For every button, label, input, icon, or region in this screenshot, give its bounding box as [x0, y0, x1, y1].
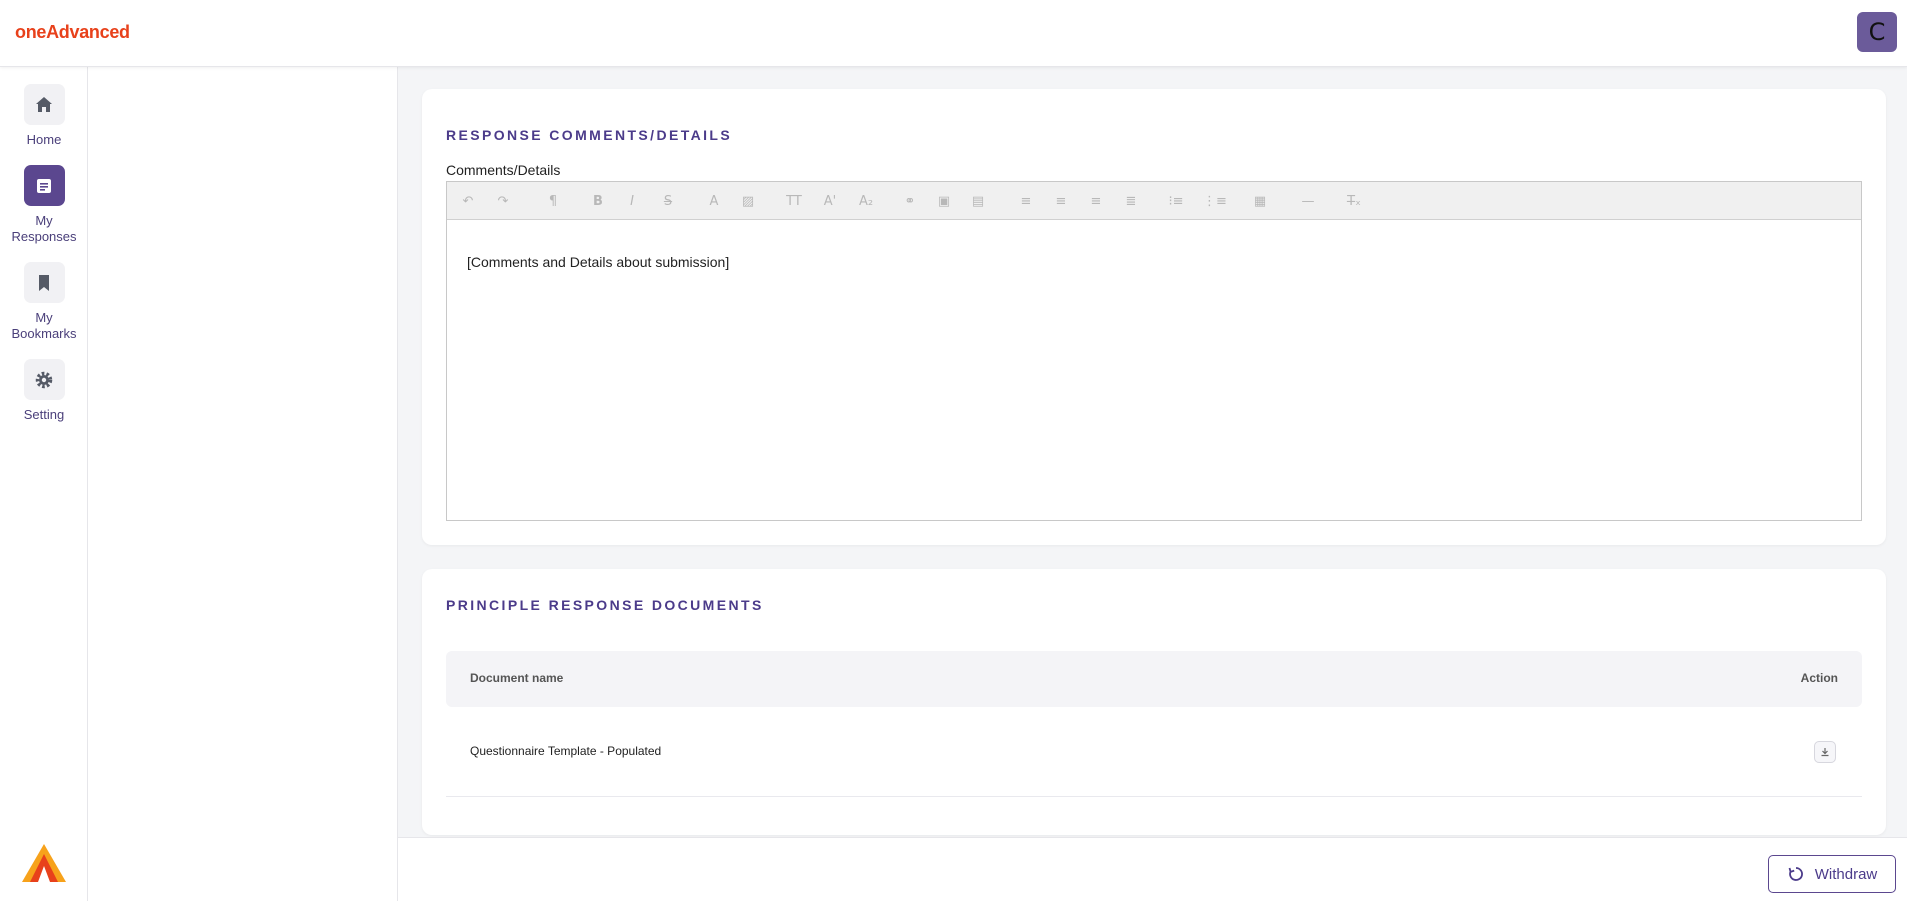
bookmark-icon	[23, 262, 65, 303]
link-icon[interactable]: ⚭	[901, 190, 919, 212]
top-header: oneAdvanced C	[0, 0, 1907, 67]
main-content: RESPONSE COMMENTS/DETAILS Comments/Detai…	[398, 67, 1907, 837]
nav-label-my-bookmarks: My Bookmarks	[11, 310, 77, 341]
clear-format-icon[interactable]: T̶ₓ	[1345, 190, 1363, 212]
editor-content[interactable]: [Comments and Details about submission]	[447, 220, 1861, 304]
strikethrough-icon[interactable]: S	[659, 190, 677, 212]
editor-toolbar: ↶ ↷ ¶ B I S A ▨ TT A' A₂ ⚭ ▣ ▤ ≡ ≡ ≡ ≣ ⁝…	[447, 182, 1861, 220]
download-icon	[1821, 748, 1829, 757]
brand-mark-icon	[22, 844, 66, 887]
superscript-icon[interactable]: A'	[821, 190, 839, 212]
column-header-action: Action	[1800, 671, 1838, 685]
comments-card: RESPONSE COMMENTS/DETAILS Comments/Detai…	[422, 89, 1886, 545]
nav-label-my-responses: My Responses	[11, 213, 77, 244]
comments-section-title: RESPONSE COMMENTS/DETAILS	[446, 127, 733, 143]
documents-card: PRINCIPLE RESPONSE DOCUMENTS Document na…	[422, 569, 1886, 835]
nav-item-my-responses[interactable]: My Responses	[0, 165, 88, 245]
bulleted-list-icon[interactable]: ⁝≡	[1167, 190, 1185, 212]
italic-icon[interactable]: I	[623, 190, 641, 212]
highlight-color-icon[interactable]: ▨	[739, 190, 757, 212]
withdraw-button[interactable]: Withdraw	[1768, 855, 1896, 893]
align-center-icon[interactable]: ≡	[1052, 190, 1070, 212]
nav-item-my-bookmarks[interactable]: My Bookmarks	[0, 262, 88, 342]
download-button[interactable]	[1814, 741, 1836, 763]
horizontal-line-icon[interactable]: —	[1299, 190, 1317, 212]
home-icon	[23, 84, 65, 125]
comments-rich-text-editor[interactable]: ↶ ↷ ¶ B I S A ▨ TT A' A₂ ⚭ ▣ ▤ ≡ ≡ ≡ ≣ ⁝…	[446, 181, 1862, 521]
comments-field-label: Comments/Details	[446, 162, 561, 178]
table-header: Document name Action	[446, 651, 1862, 707]
font-color-icon[interactable]: A	[705, 190, 723, 212]
bold-icon[interactable]: B	[589, 190, 607, 212]
secondary-panel	[88, 67, 398, 901]
paragraph-format-icon[interactable]: ¶	[544, 190, 562, 212]
nav-item-home[interactable]: Home	[0, 84, 88, 148]
image-icon[interactable]: ▣	[935, 190, 953, 212]
document-name: Questionnaire Template - Populated	[470, 744, 662, 758]
withdraw-label: Withdraw	[1814, 865, 1878, 883]
gear-icon	[23, 359, 65, 400]
user-avatar[interactable]: C	[1857, 12, 1897, 52]
table-icon[interactable]: ▦	[1251, 190, 1269, 212]
undo-icon[interactable]: ↶	[459, 190, 477, 212]
align-left-icon[interactable]: ≡	[1017, 190, 1035, 212]
app-logo[interactable]: oneAdvanced	[15, 22, 130, 43]
numbered-list-icon[interactable]: ⋮≡	[1203, 190, 1227, 212]
justify-icon[interactable]: ≣	[1122, 190, 1140, 212]
redo-icon[interactable]: ↷	[494, 190, 512, 212]
left-navigation: Home My Responses My Bookmarks Setting	[0, 67, 88, 901]
document-icon	[23, 165, 65, 206]
footer-bar: Withdraw	[398, 837, 1907, 901]
embed-icon[interactable]: ▤	[969, 190, 987, 212]
subscript-icon[interactable]: A₂	[857, 190, 875, 212]
font-size-icon[interactable]: TT	[785, 190, 803, 212]
documents-table: Document name Action Questionnaire Templ…	[446, 651, 1862, 797]
column-header-document-name: Document name	[470, 671, 564, 685]
table-row: Questionnaire Template - Populated	[446, 707, 1862, 797]
nav-label-setting: Setting	[23, 407, 65, 422]
refresh-icon	[1788, 867, 1803, 881]
align-right-icon[interactable]: ≡	[1087, 190, 1105, 212]
nav-label-home: Home	[26, 132, 62, 147]
documents-section-title: PRINCIPLE RESPONSE DOCUMENTS	[446, 597, 764, 613]
nav-item-setting[interactable]: Setting	[0, 359, 88, 423]
